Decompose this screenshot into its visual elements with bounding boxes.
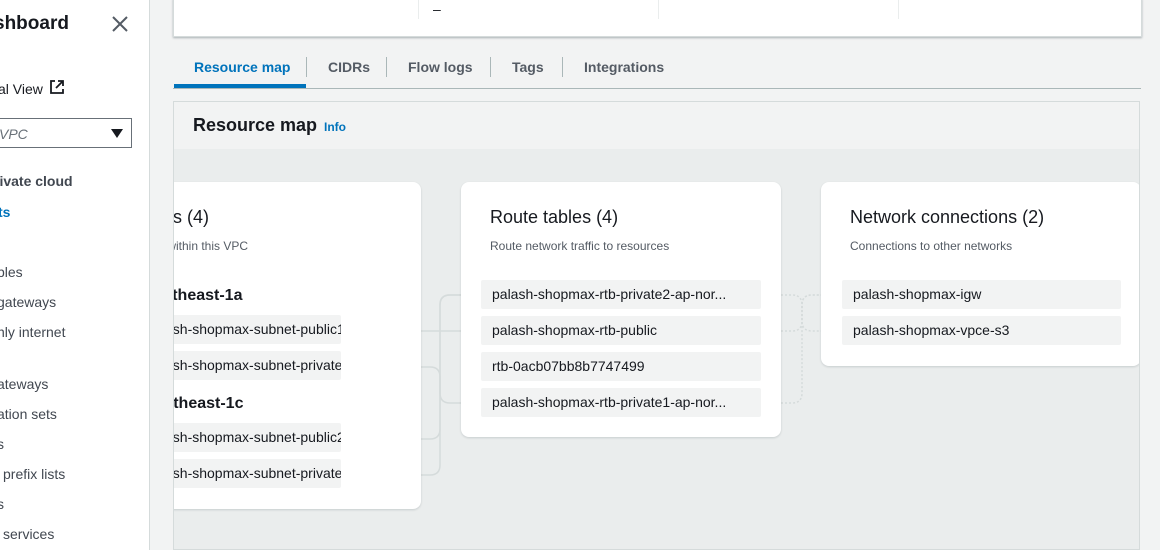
availability-zone-label: rtheast-1c (173, 395, 244, 412)
sidebar-item-endpoint-services[interactable]: services (3, 526, 54, 542)
route-tables-subtitle: Route network traffic to resources (490, 239, 670, 253)
tab-cidrs[interactable]: CIDRs (328, 59, 370, 75)
sidebar-item-managed-prefix-lists[interactable]: prefix lists (3, 466, 65, 482)
tab-separator (490, 57, 491, 77)
network-connections-card: Network connections (2) Connections to o… (821, 182, 1139, 366)
resource-map-header: Resource map Info (174, 102, 1139, 150)
column-divider (418, 0, 419, 19)
vpc-filter-placeholder: VPC (0, 126, 28, 142)
subnet-node[interactable]: ash-shopmax-subnet-private2-... (174, 459, 341, 488)
route-table-node[interactable]: palash-shopmax-rtb-private2-ap-nor... (481, 280, 761, 309)
sidebar-item-route-tables[interactable]: bles (0, 264, 23, 280)
resource-map-title: Resource map (193, 115, 318, 135)
detail-value: – (433, 1, 441, 17)
network-connections-title: Network connections (2) (850, 207, 1045, 227)
sidebar-item-nat-gateways[interactable]: ateways (0, 376, 48, 392)
subnets-card: ets (4) s within this VPC rtheast-1a ash… (173, 182, 421, 509)
sidebar-item-vpcs[interactable]: ts (0, 204, 10, 220)
sidebar-item-internet-gateways[interactable]: gateways (0, 294, 56, 310)
subnet-node[interactable]: ash-shopmax-subnet-private1-... (174, 351, 341, 380)
subnet-node[interactable]: ash-shopmax-subnet-public1-a... (174, 315, 341, 344)
vpc-filter-select[interactable]: VPC (0, 118, 132, 148)
tab-flow-logs[interactable]: Flow logs (408, 59, 473, 75)
tab-separator (386, 57, 387, 77)
network-connections-subtitle: Connections to other networks (850, 239, 1013, 253)
vpc-details-panel: – (173, 0, 1142, 37)
subnet-node[interactable]: ash-shopmax-subnet-public2-a... (174, 423, 341, 452)
network-connection-node[interactable]: palash-shopmax-vpce-s3 (842, 316, 1121, 345)
subnets-subtitle: s within this VPC (174, 239, 249, 253)
sidebar: shboard al View VPC rivate cloud ts bles… (0, 0, 150, 550)
external-link-icon (49, 79, 65, 98)
sidebar-section-vpc: rivate cloud (0, 173, 73, 189)
sidebar-item-dhcp-option-sets[interactable]: ation sets (0, 406, 57, 422)
info-link[interactable]: Info (324, 120, 346, 134)
global-view-link[interactable]: al View (0, 79, 65, 98)
caret-down-icon (111, 129, 123, 138)
close-icon[interactable] (108, 12, 132, 36)
tab-separator (562, 57, 563, 77)
column-divider (898, 0, 899, 19)
route-table-node[interactable]: palash-shopmax-rtb-private1-ap-nor... (481, 388, 761, 417)
tab-resource-map[interactable]: Resource map (194, 59, 290, 75)
tab-integrations[interactable]: Integrations (584, 59, 664, 75)
sidebar-item-endpoints[interactable]: s (0, 496, 4, 512)
resource-map-panel: Resource map Info ets (4) s within this … (173, 101, 1140, 550)
sidebar-title: shboard (0, 13, 69, 34)
column-divider (658, 0, 659, 19)
active-tab-indicator (174, 84, 306, 88)
route-table-node[interactable]: palash-shopmax-rtb-public (481, 316, 761, 345)
tab-tags[interactable]: Tags (512, 59, 544, 75)
global-view-label: al View (0, 80, 43, 97)
subnets-title: ets (4) (173, 207, 210, 227)
detail-tabs: Resource map CIDRs Flow logs Tags Integr… (173, 55, 1141, 89)
sidebar-item-elastic-ips[interactable]: s (0, 436, 4, 452)
network-connection-node[interactable]: palash-shopmax-igw (842, 280, 1121, 309)
availability-zone-label: rtheast-1a (173, 287, 243, 304)
sidebar-item-egress-only-gateways[interactable]: nly internet (0, 324, 65, 340)
route-tables-card: Route tables (4) Route network traffic t… (461, 182, 781, 437)
route-table-node[interactable]: rtb-0acb07bb8b7747499 (481, 352, 761, 381)
route-tables-title: Route tables (4) (490, 207, 619, 227)
tab-separator (306, 57, 307, 77)
